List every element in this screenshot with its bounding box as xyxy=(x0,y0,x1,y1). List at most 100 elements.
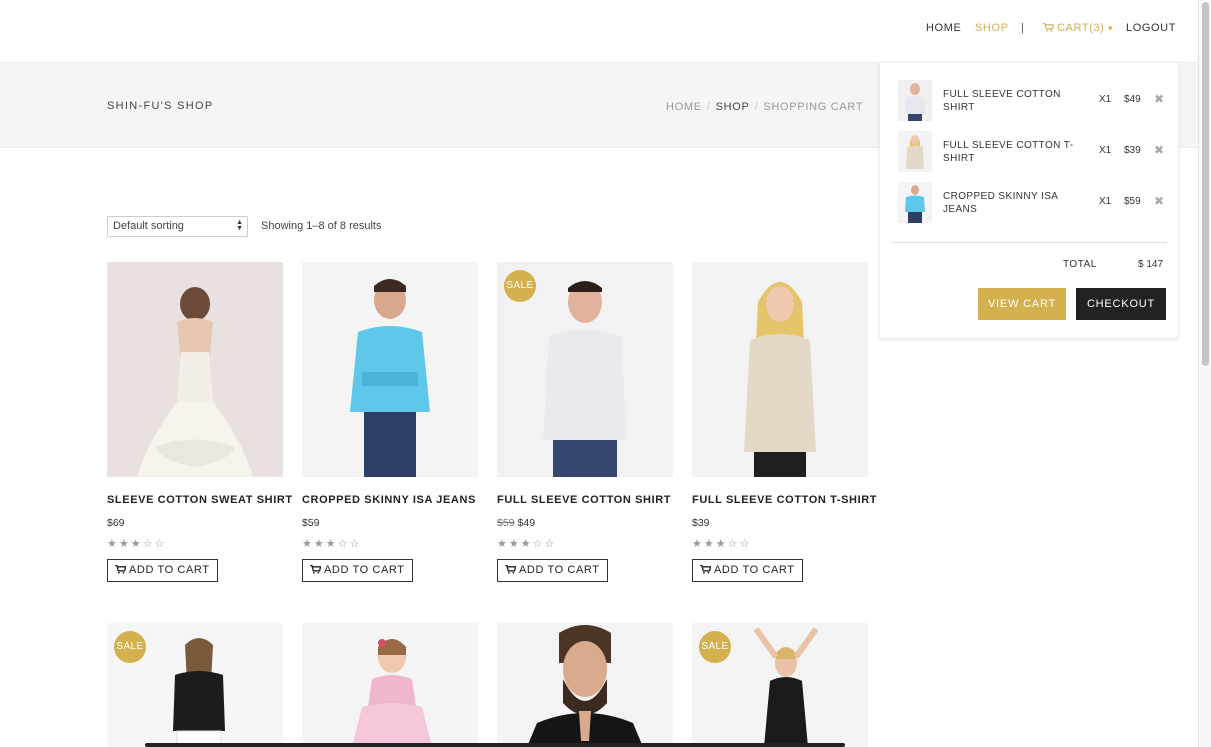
mini-cart-item-price: $59 xyxy=(1124,196,1141,207)
product-card: CROPPED SKINNY ISA JEANS $59 ★★★☆☆ ADD T… xyxy=(302,262,478,582)
mini-cart-item-qty: X1 xyxy=(1099,196,1112,207)
product-price-current: $49 xyxy=(517,517,536,529)
product-card: SALE xyxy=(107,623,283,747)
product-price: $69 xyxy=(107,517,283,529)
product-name[interactable]: CROPPED SKINNY ISA JEANS xyxy=(302,494,478,506)
product-price-current: $39 xyxy=(692,517,710,529)
nav-shop-link[interactable]: SHOP xyxy=(975,22,1009,34)
mini-cart-thumbnail[interactable] xyxy=(898,131,932,172)
mini-cart-thumbnail[interactable] xyxy=(898,182,932,223)
mini-cart-thumbnail[interactable] xyxy=(898,80,932,121)
product-photo-pink-dress xyxy=(302,623,478,747)
cart-icon xyxy=(1043,23,1054,32)
add-to-cart-button[interactable]: ADD TO CART xyxy=(107,559,218,582)
product-photo-blue-polo xyxy=(302,262,478,477)
mini-cart-item-price: $39 xyxy=(1124,145,1141,156)
mini-cart-item-qty: X1 xyxy=(1099,94,1112,105)
add-to-cart-label: ADD TO CART xyxy=(714,564,795,576)
nav-cart-link[interactable]: CART(3) ▾ xyxy=(1043,22,1113,34)
breadcrumb-shop[interactable]: SHOP xyxy=(716,101,750,113)
product-photo-beige-sweater xyxy=(692,262,868,477)
sorting-value: Default sorting xyxy=(113,220,184,232)
thumb-white-tee xyxy=(898,80,932,121)
thumb-beige-sweater xyxy=(898,131,932,172)
product-photo-bride xyxy=(107,262,283,477)
product-price-old: $59 xyxy=(497,517,515,529)
product-card: FULL SLEEVE COTTON T-SHIRT $39 ★★★☆☆ ADD… xyxy=(692,262,876,582)
product-image[interactable] xyxy=(692,262,868,477)
product-price-current: $69 xyxy=(107,517,125,529)
product-price: $59 xyxy=(302,517,478,529)
cart-icon xyxy=(310,565,321,574)
product-image[interactable]: SALE xyxy=(107,623,283,747)
product-name[interactable]: FULL SLEEVE COTTON T-SHIRT xyxy=(692,494,876,506)
product-image[interactable] xyxy=(302,262,478,477)
product-price-current: $59 xyxy=(302,517,320,529)
add-to-cart-button[interactable]: ADD TO CART xyxy=(302,559,413,582)
product-card xyxy=(497,623,673,747)
page-scrollbar[interactable] xyxy=(1198,0,1211,747)
view-cart-button[interactable]: VIEW CART xyxy=(978,288,1066,320)
star-rating-icon: ★★★☆☆ xyxy=(692,538,752,550)
mini-cart-item: FULL SLEEVE COTTON T-SHIRT X1 $39 ✖ xyxy=(898,131,1168,173)
star-rating-icon: ★★★☆☆ xyxy=(107,538,167,550)
mini-cart-divider xyxy=(892,242,1167,243)
add-to-cart-label: ADD TO CART xyxy=(324,564,405,576)
remove-icon[interactable]: ✖ xyxy=(1154,143,1164,157)
product-price: $39 xyxy=(692,517,868,529)
nav-cart-label: CART(3) xyxy=(1057,22,1105,34)
sorting-select[interactable]: Default sorting ▲ ▼ xyxy=(107,216,248,237)
breadcrumb-separator: / xyxy=(754,101,759,113)
product-image[interactable] xyxy=(497,623,673,747)
star-rating-icon: ★★★☆☆ xyxy=(302,538,362,550)
product-card xyxy=(302,623,478,747)
mini-cart-total-label: TOTAL xyxy=(1063,259,1097,270)
product-card: SALE xyxy=(692,623,868,747)
star-rating-icon: ★★★☆☆ xyxy=(497,538,557,550)
product-card: SALE FULL SLEEVE COTTON SHIRT $59 $49 ★★★… xyxy=(497,262,673,582)
product-image[interactable]: SALE xyxy=(497,262,673,477)
cart-icon xyxy=(505,565,516,574)
add-to-cart-button[interactable]: ADD TO CART xyxy=(497,559,608,582)
product-image[interactable]: SALE xyxy=(692,623,868,747)
thumb-blue-polo xyxy=(898,182,932,223)
breadcrumb-home[interactable]: HOME xyxy=(666,101,702,113)
product-card: SLEEVE COTTON SWEAT SHIRT $69 ★★★☆☆ ADD … xyxy=(107,262,292,582)
sale-badge: SALE xyxy=(504,270,536,302)
breadcrumb: HOME / SHOP / SHOPPING CART xyxy=(666,101,863,113)
remove-icon[interactable]: ✖ xyxy=(1154,92,1164,106)
mini-cart-item-price: $49 xyxy=(1124,94,1141,105)
product-name[interactable]: FULL SLEEVE COTTON SHIRT xyxy=(497,494,673,506)
sale-badge: SALE xyxy=(114,631,146,663)
product-image[interactable] xyxy=(302,623,478,747)
mini-cart-item: FULL SLEEVE COTTON SHIRT X1 $49 ✖ xyxy=(898,80,1168,122)
sale-badge: SALE xyxy=(699,631,731,663)
mini-cart-item: CROPPED SKINNY ISA JEANS X1 $59 ✖ xyxy=(898,182,1168,224)
chevron-down-icon: ▾ xyxy=(1108,23,1114,33)
product-price: $59 $49 xyxy=(497,517,673,529)
top-nav: HOME SHOP | CART(3) ▾ LOGOUT xyxy=(0,0,1198,62)
mini-cart-item-name[interactable]: CROPPED SKINNY ISA JEANS xyxy=(943,190,1083,216)
select-arrows-icon: ▲ ▼ xyxy=(236,219,243,232)
add-to-cart-button[interactable]: ADD TO CART xyxy=(692,559,803,582)
results-count: Showing 1–8 of 8 results xyxy=(261,220,382,232)
nav-home-link[interactable]: HOME xyxy=(926,22,961,34)
cart-icon xyxy=(115,565,126,574)
product-photo-bearded-man xyxy=(497,623,673,747)
page-title: SHIN-FU'S SHOP xyxy=(107,100,214,112)
product-image[interactable] xyxy=(107,262,283,477)
remove-icon[interactable]: ✖ xyxy=(1154,194,1164,208)
add-to-cart-label: ADD TO CART xyxy=(519,564,600,576)
checkout-button[interactable]: CHECKOUT xyxy=(1076,288,1166,320)
mini-cart-dropdown: FULL SLEEVE COTTON SHIRT X1 $49 ✖ FULL S… xyxy=(879,62,1179,339)
mini-cart-total-value: $ 147 xyxy=(1138,259,1164,270)
mini-cart-item-name[interactable]: FULL SLEEVE COTTON T-SHIRT xyxy=(943,139,1083,165)
product-name[interactable]: SLEEVE COTTON SWEAT SHIRT xyxy=(107,494,292,506)
mini-cart-item-name[interactable]: FULL SLEEVE COTTON SHIRT xyxy=(943,88,1083,114)
scrollbar-thumb[interactable] xyxy=(1202,2,1209,366)
breadcrumb-shopping-cart[interactable]: SHOPPING CART xyxy=(763,101,863,113)
nav-separator: | xyxy=(1021,22,1025,34)
mini-cart-item-qty: X1 xyxy=(1099,145,1112,156)
window-bottom-edge xyxy=(145,743,845,747)
nav-logout-link[interactable]: LOGOUT xyxy=(1126,22,1176,34)
